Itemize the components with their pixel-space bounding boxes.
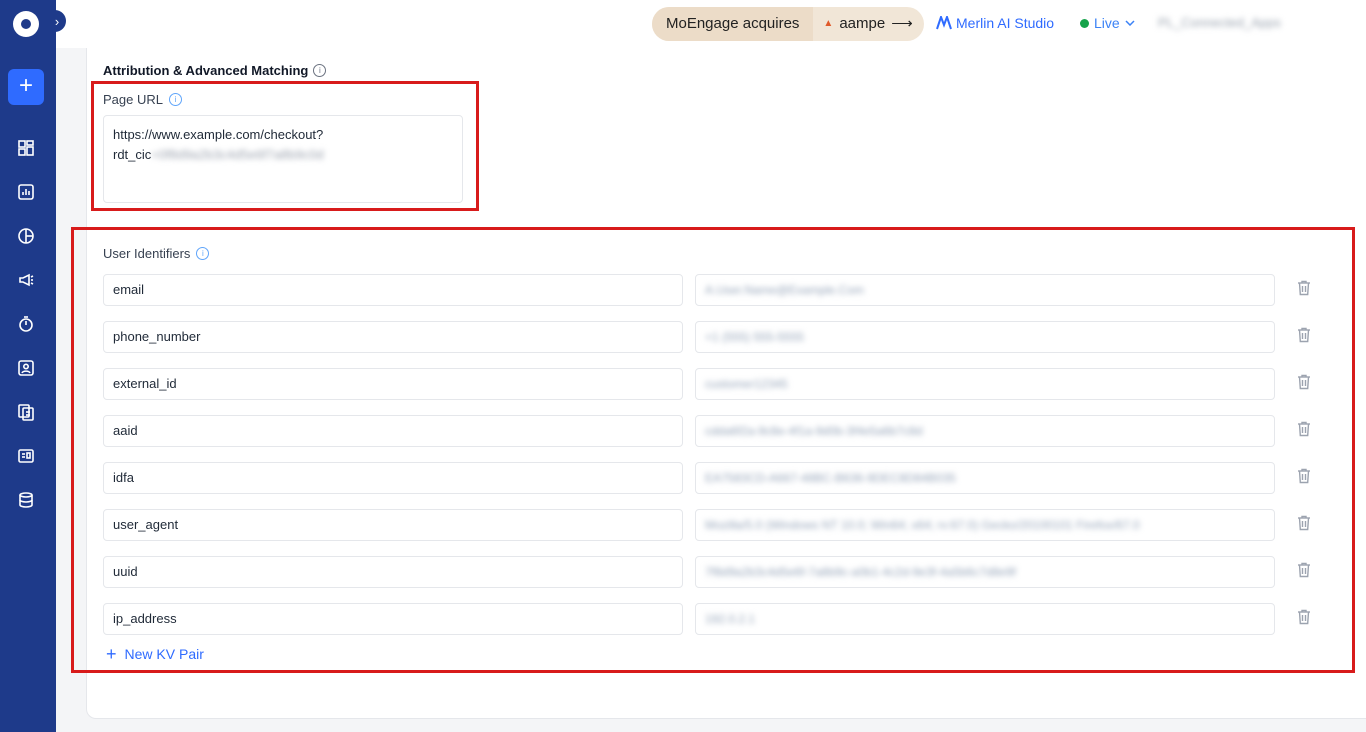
promo-banner[interactable]: MoEngage acquires ▲ aampe ⟶ — [652, 7, 924, 41]
dashboard-icon[interactable] — [14, 136, 38, 160]
merlin-ai-studio-link[interactable]: Merlin AI Studio — [936, 15, 1054, 31]
analytics-icon[interactable] — [14, 180, 38, 204]
info-icon[interactable]: i — [313, 64, 327, 77]
promo-brand: ▲ aampe ⟶ — [813, 7, 922, 41]
section-title-text: Attribution & Advanced Matching — [103, 63, 309, 78]
environment-label: Live — [1094, 15, 1120, 31]
create-button[interactable]: + — [8, 69, 44, 105]
environment-selector[interactable]: Live — [1080, 15, 1135, 31]
arrow-right-icon: ⟶ — [891, 15, 913, 32]
merlin-label: Merlin AI Studio — [956, 15, 1055, 31]
content-icon[interactable] — [14, 400, 38, 424]
account-selector[interactable]: PL_Connected_Apps — [1158, 15, 1281, 30]
page-url-highlight — [91, 81, 479, 211]
database-icon[interactable] — [14, 488, 38, 512]
aampe-logo-icon: ▲ — [823, 18, 834, 29]
chevron-down-icon — [1125, 20, 1135, 26]
merlin-icon — [936, 16, 952, 30]
promo-text: MoEngage acquires — [652, 7, 814, 41]
user-identifiers-highlight — [71, 227, 1355, 673]
section-title: Attribution & Advanced Matching i — [103, 63, 327, 78]
cards-icon[interactable] — [14, 444, 38, 468]
timer-icon[interactable] — [14, 312, 38, 336]
promo-brand-name: aampe — [839, 15, 886, 32]
user-profile-icon[interactable] — [14, 356, 38, 380]
campaigns-icon[interactable] — [14, 268, 38, 292]
logo[interactable] — [13, 11, 39, 37]
live-status-dot — [1080, 18, 1089, 28]
sidebar: + — [0, 0, 56, 732]
segments-icon[interactable] — [14, 224, 38, 248]
